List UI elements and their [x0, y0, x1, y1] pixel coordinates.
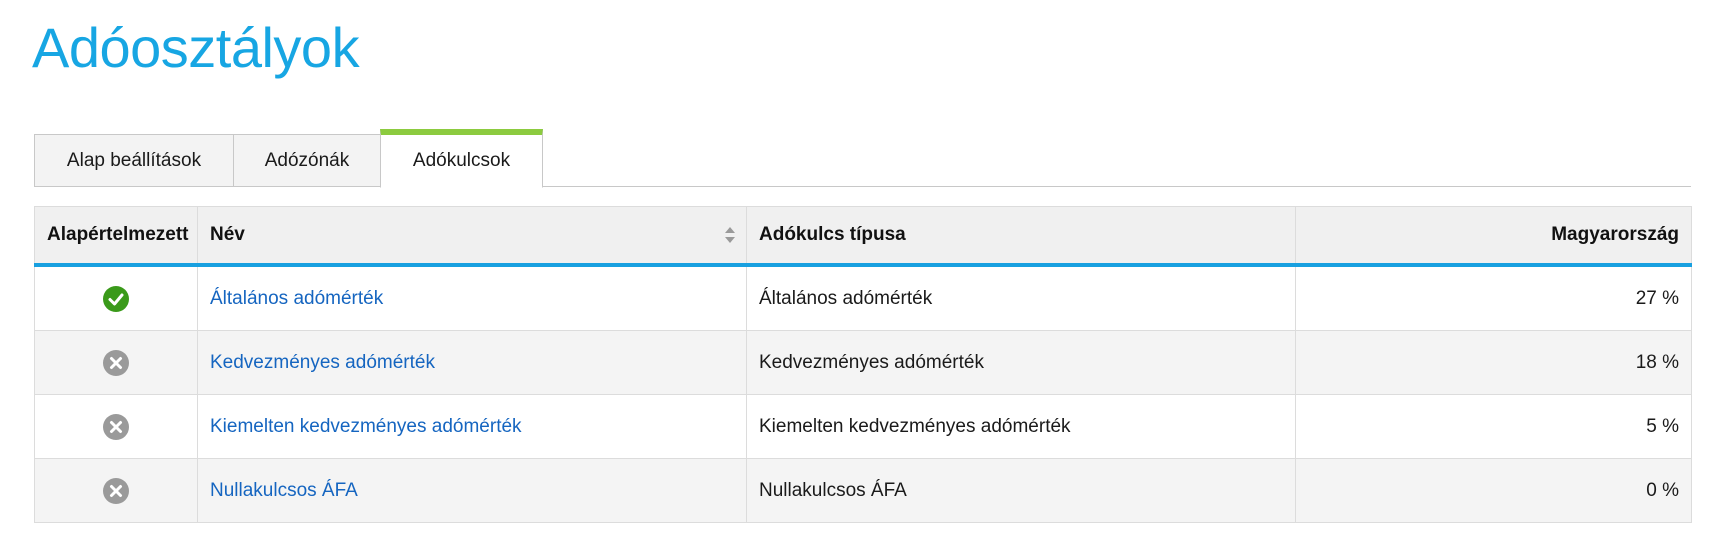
column-header-name[interactable]: Név — [197, 206, 747, 267]
table-row: Nullakulcsos ÁFA Nullakulcsos ÁFA 0 % — [34, 458, 1692, 523]
x-circle-icon — [103, 413, 129, 440]
page-title: Adóosztályok — [32, 16, 360, 79]
sort-icon[interactable] — [724, 225, 736, 245]
x-circle-icon — [103, 477, 129, 504]
default-cell — [34, 458, 198, 523]
type-cell: Nullakulcsos ÁFA — [746, 458, 1296, 523]
tax-rate-link[interactable]: Kiemelten kedvezményes adómérték — [210, 416, 522, 437]
column-header-hungary: Magyarország — [1295, 206, 1692, 267]
tab-bar: Alap beállítások Adózónák Adókulcsok — [34, 129, 1691, 188]
check-circle-icon — [103, 285, 129, 312]
page: Adóosztályok Alap beállítások Adózónák A… — [0, 0, 1713, 550]
table-row: Kiemelten kedvezményes adómérték Kiemelt… — [34, 394, 1692, 459]
name-cell: Kiemelten kedvezményes adómérték — [197, 394, 747, 459]
tax-rate-link[interactable]: Nullakulcsos ÁFA — [210, 480, 358, 501]
type-cell: Kedvezményes adómérték — [746, 330, 1296, 395]
tab-adokulcsok[interactable]: Adókulcsok — [380, 129, 543, 188]
tax-rates-table: Alapértelmezett Név Adókulcs típusa Magy… — [34, 206, 1692, 523]
tax-rate-link[interactable]: Általános adómérték — [210, 288, 383, 309]
type-cell: Kiemelten kedvezményes adómérték — [746, 394, 1296, 459]
name-cell: Kedvezményes adómérték — [197, 330, 747, 395]
rate-cell: 0 % — [1295, 458, 1692, 523]
table-header-row: Alapértelmezett Név Adókulcs típusa Magy… — [34, 206, 1692, 267]
name-cell: Általános adómérték — [197, 264, 747, 331]
column-header-name-label: Név — [210, 224, 245, 245]
column-header-type: Adókulcs típusa — [746, 206, 1296, 267]
tax-rate-link[interactable]: Kedvezményes adómérték — [210, 352, 435, 373]
rate-cell: 18 % — [1295, 330, 1692, 395]
default-cell — [34, 394, 198, 459]
table-row: Általános adómérték Általános adómérték … — [34, 264, 1692, 331]
default-cell — [34, 330, 198, 395]
rate-cell: 5 % — [1295, 394, 1692, 459]
table-row: Kedvezményes adómérték Kedvezményes adóm… — [34, 330, 1692, 395]
x-circle-icon — [103, 349, 129, 376]
tab-adozonak[interactable]: Adózónák — [233, 134, 381, 187]
name-cell: Nullakulcsos ÁFA — [197, 458, 747, 523]
type-cell: Általános adómérték — [746, 264, 1296, 331]
column-header-default: Alapértelmezett — [34, 206, 198, 267]
tab-alap-beallitasok[interactable]: Alap beállítások — [34, 134, 234, 187]
rate-cell: 27 % — [1295, 264, 1692, 331]
default-cell — [34, 264, 198, 331]
